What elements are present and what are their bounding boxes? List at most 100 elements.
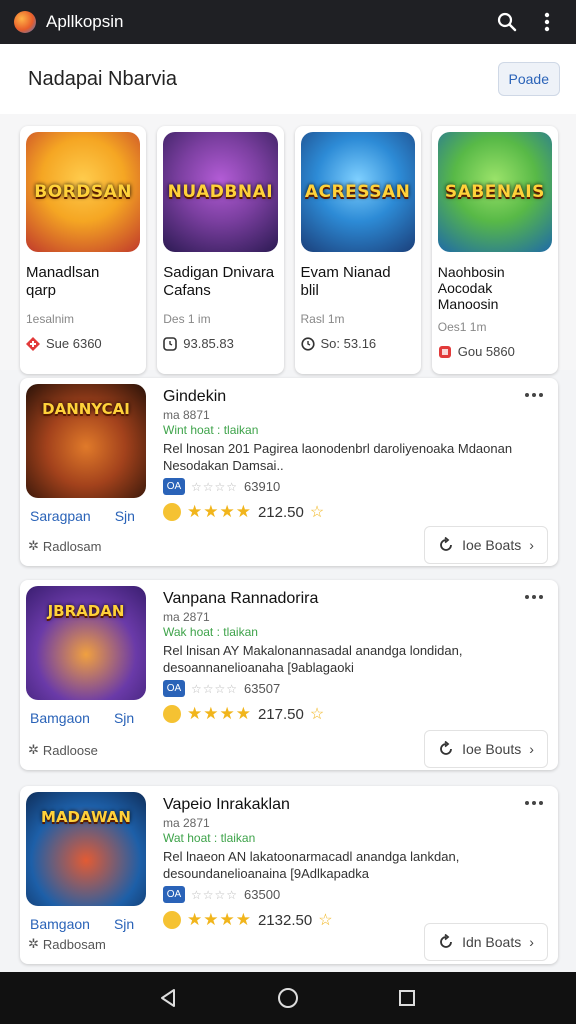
list-footer-label: Radlosam xyxy=(42,538,102,554)
featured-thumbnail: NUADBNAI xyxy=(163,132,278,252)
more-horiz-icon[interactable] xyxy=(522,796,546,810)
list-thumbnail: DANNYCAI xyxy=(26,384,146,498)
list-action-secondary[interactable]: Sjn xyxy=(114,710,134,726)
list-title: Gindekin xyxy=(163,388,227,405)
list-score: 217.50 xyxy=(257,705,304,723)
featured-card[interactable]: SABENAIS Naohbosin Aocodak Manoosin Oes1… xyxy=(431,126,558,374)
list-version: ma 2871 xyxy=(163,816,210,830)
list-status: Wint hoat : tlaikan xyxy=(163,423,259,437)
list-version: ma 8871 xyxy=(163,408,210,422)
list-boost-button[interactable]: Ioe Bouts › xyxy=(424,730,548,768)
list-footer-label: Radbosam xyxy=(42,936,106,952)
featured-row: BORDSAN Manadlsan qarp 1esalnim Sue 6360… xyxy=(0,114,576,374)
list-action-primary[interactable]: Bamgaon xyxy=(30,710,90,726)
tag-icon: OA xyxy=(163,478,185,495)
list-item[interactable]: DANNYCAI Gindekin ma 8871 Wint hoat : tl… xyxy=(20,378,558,566)
app-logo-icon xyxy=(14,11,36,33)
list-banner: DANNYCAI xyxy=(42,400,130,418)
list-item[interactable]: JBRADAN Vanpana Rannadorira ma 2871 Wak … xyxy=(20,580,558,770)
chevron-right-icon: › xyxy=(529,741,534,757)
list-footer: ✲ Radloose xyxy=(28,742,98,758)
featured-subtitle: 1esalnim xyxy=(26,312,75,326)
featured-card[interactable]: BORDSAN Manadlsan qarp 1esalnim Sue 6360 xyxy=(20,126,147,374)
featured-title: Manadlsan qarp xyxy=(26,264,100,299)
list-score: 2132.50 xyxy=(257,911,313,929)
refresh-icon xyxy=(440,934,452,948)
stars-icon: ★★★★ xyxy=(187,910,252,929)
list-boost-label: Idn Boats xyxy=(462,934,522,950)
featured-meta-text: So: 53.16 xyxy=(320,336,377,351)
list-actions: Saragpan Sjn xyxy=(30,508,135,524)
more-vert-icon[interactable] xyxy=(532,7,562,37)
red-square-icon xyxy=(438,345,451,358)
featured-card[interactable]: ACRESSAN Evam Nianad blil Rasl 1m So: 53… xyxy=(294,126,421,374)
stars-icon: ★★★★ xyxy=(187,704,252,723)
list-description: Rel lnisan AY Makalonannasadal anandga l… xyxy=(163,643,463,675)
pin-icon: ✲ xyxy=(28,936,39,951)
featured-banner: BORDSAN xyxy=(34,182,132,202)
list-score: 212.50 xyxy=(257,503,304,521)
list-boost-button[interactable]: Idn Boats › xyxy=(424,923,548,961)
featured-card[interactable]: NUADBNAI Sadigan Dnivara Cafans Des 1 im… xyxy=(157,126,284,374)
list-footer: ✲ Radbosam xyxy=(28,936,106,952)
list-action-primary[interactable]: Bamgaon xyxy=(30,916,90,932)
featured-meta-text: Sue 6360 xyxy=(46,336,102,351)
pin-icon: ✲ xyxy=(28,538,39,553)
list-item[interactable]: MADAWAN Vapeio Inrakaklan ma 2871 Wat ho… xyxy=(20,786,558,964)
featured-title: Evam Nianad blil xyxy=(300,264,391,299)
search-icon[interactable] xyxy=(492,7,522,37)
more-horiz-icon[interactable] xyxy=(522,388,546,402)
featured-title: Naohbosin Aocodak Manoosin xyxy=(437,264,505,312)
featured-thumbnail: ACRESSAN xyxy=(300,132,415,252)
list-rating-count: 63507 xyxy=(244,681,281,696)
featured-meta: Gou 5860 xyxy=(438,344,552,359)
list-boost-label: Ioe Bouts xyxy=(462,741,522,757)
list-rating-row: OA ☆☆☆☆ 63507 xyxy=(163,680,280,697)
outline-stars-icon: ☆☆☆☆ xyxy=(191,479,239,494)
recents-icon[interactable] xyxy=(394,985,420,1011)
list-footer: ✲ Radlosam xyxy=(28,538,101,554)
list-action-primary[interactable]: Saragpan xyxy=(30,508,91,524)
featured-thumbnail: BORDSAN xyxy=(26,132,141,252)
smiley-icon xyxy=(163,911,181,929)
list-action-secondary[interactable]: Sjn xyxy=(115,508,135,524)
home-icon[interactable] xyxy=(275,985,301,1011)
list-rating-count: 63910 xyxy=(244,479,281,494)
featured-meta: Sue 6360 xyxy=(26,336,140,351)
list-thumbnail: JBRADAN xyxy=(26,586,146,700)
list-banner: MADAWAN xyxy=(41,808,131,826)
list-boost-button[interactable]: Ioe Boats › xyxy=(424,526,548,564)
featured-banner: NUADBNAI xyxy=(167,182,274,202)
system-nav-bar xyxy=(0,972,576,1024)
section-title: Nadapai Nbarvia xyxy=(28,67,177,90)
outline-stars-icon: ☆☆☆☆ xyxy=(191,887,239,902)
featured-subtitle: Oes1 1m xyxy=(437,320,487,334)
list-title: Vanpana Rannadorira xyxy=(163,590,319,607)
featured-banner: ACRESSAN xyxy=(304,182,411,202)
back-icon[interactable] xyxy=(156,985,182,1011)
smiley-icon xyxy=(163,705,181,723)
featured-subtitle: Rasl 1m xyxy=(300,312,345,326)
list-thumbnail: MADAWAN xyxy=(26,792,146,906)
section-action-button[interactable]: Poade xyxy=(497,62,560,96)
featured-meta: So: 53.16 xyxy=(300,336,415,351)
section-header: Nadapai Nbarvia Poade xyxy=(0,44,576,114)
list-actions: Bamgaon Sjn xyxy=(30,916,134,932)
featured-meta: 93.85.83 xyxy=(163,336,277,351)
list-action-secondary[interactable]: Sjn xyxy=(114,916,134,932)
more-horiz-icon[interactable] xyxy=(522,590,546,604)
list-status: Wak hoat : tlaikan xyxy=(163,625,258,639)
outline-stars-icon: ☆☆☆☆ xyxy=(191,681,239,696)
list-actions: Bamgaon Sjn xyxy=(30,710,134,726)
list-description: Rel lnosan 201 Pagirea laonodenbrl darol… xyxy=(163,441,513,473)
smiley-icon xyxy=(163,503,181,521)
list-status: Wat hoat : tlaikan xyxy=(163,831,256,845)
list-score-row: ★★★★ 212.50 ☆ xyxy=(163,502,324,522)
star-outline-icon: ☆ xyxy=(309,504,325,521)
list-boost-label: Ioe Boats xyxy=(462,537,522,553)
list-rating-count: 63500 xyxy=(244,887,281,902)
list-version: ma 2871 xyxy=(163,610,210,624)
list-footer-label: Radloose xyxy=(42,742,98,758)
app-bar: Apllkopsin xyxy=(0,0,576,44)
list-score-row: ★★★★ 217.50 ☆ xyxy=(163,704,324,724)
